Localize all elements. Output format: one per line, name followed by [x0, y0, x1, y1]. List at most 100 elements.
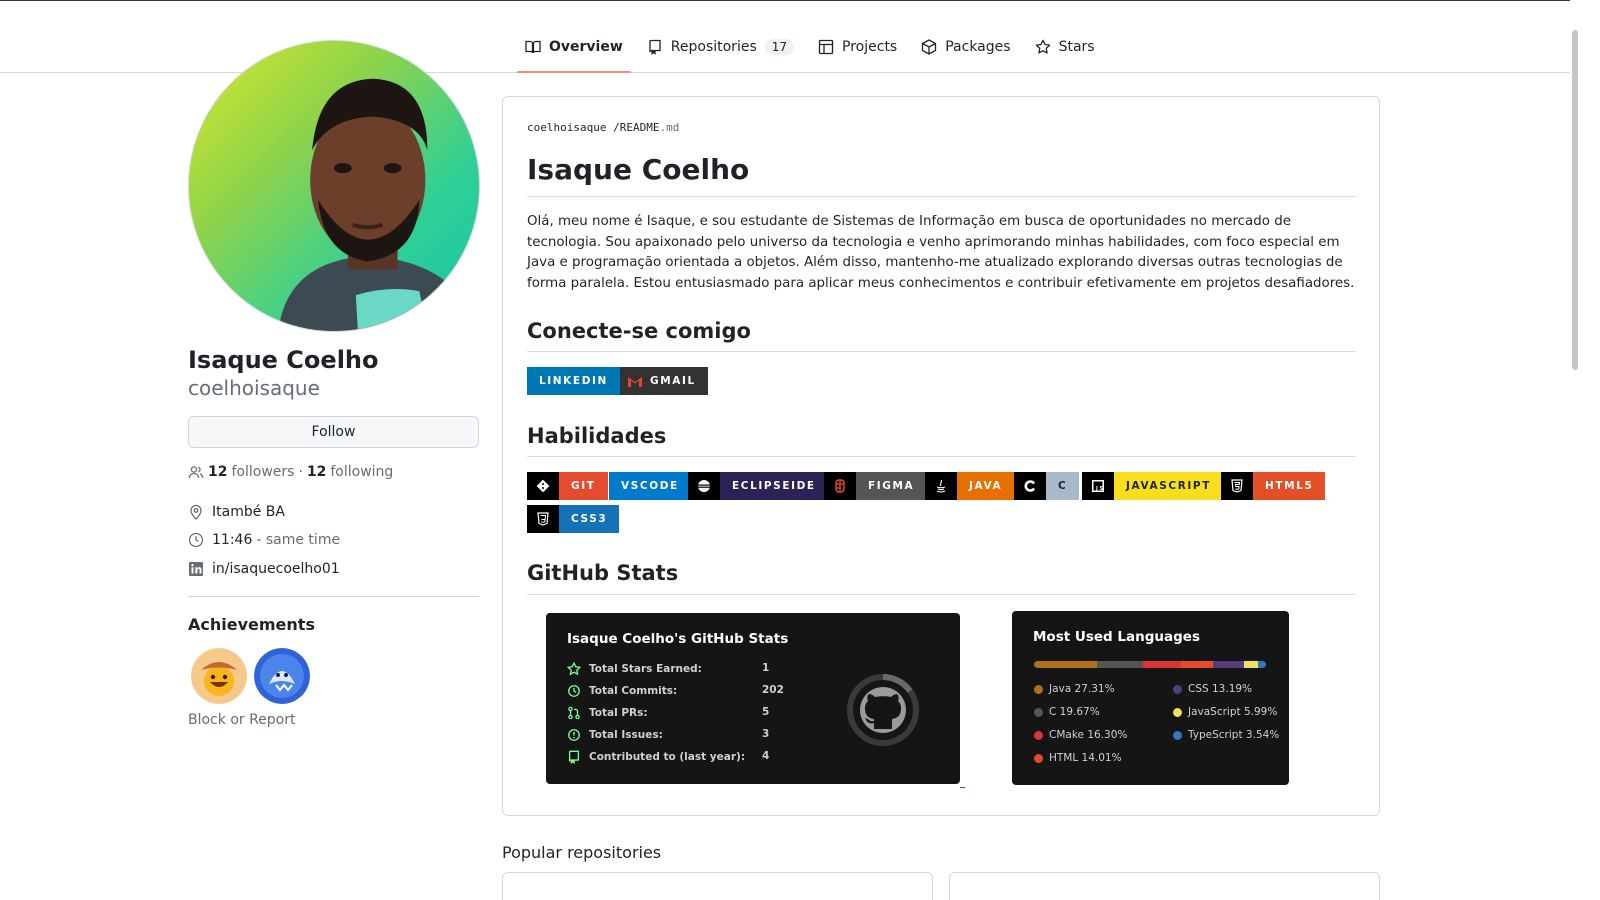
- language-color-dot: [1173, 684, 1182, 694]
- block-or-report-link[interactable]: Block or Report: [188, 712, 296, 728]
- eclipse-badge[interactable]: ECLIPSEIDE: [688, 472, 828, 500]
- html5-icon: [1221, 472, 1253, 500]
- tab-packages[interactable]: Packages: [913, 31, 1018, 63]
- linkedin-icon: [188, 561, 204, 577]
- figma-badge[interactable]: FIGMA: [824, 472, 927, 500]
- repo-icon: [567, 750, 581, 764]
- stat-value: 3: [762, 728, 770, 740]
- css3-icon: [527, 505, 559, 533]
- breadcrumb-file[interactable]: README: [620, 121, 660, 134]
- following-count[interactable]: 12: [307, 464, 326, 480]
- language-color-dot: [1173, 730, 1182, 740]
- profile-tab-nav: Overview Repositories 17 Projects Packag…: [0, 1, 1570, 73]
- tab-projects[interactable]: Projects: [810, 31, 905, 63]
- achievement-badge-pull-shark[interactable]: [254, 648, 310, 704]
- git-badge[interactable]: GIT: [527, 472, 608, 500]
- stat-label: Total Commits:: [589, 685, 678, 697]
- link-underline: [960, 787, 965, 788]
- stat-row-issues: Total Issues:: [567, 728, 663, 742]
- badge-label: GIT: [559, 472, 608, 500]
- tab-label: Repositories: [670, 39, 757, 55]
- language-legend-item: TypeScript 3.54%: [1173, 729, 1279, 741]
- repo-card[interactable]: [949, 872, 1380, 900]
- followers-link[interactable]: followers: [231, 464, 294, 480]
- badge-label: JAVASCRIPT: [1114, 472, 1223, 500]
- figma-icon: [824, 472, 856, 500]
- language-bar-segment: [1180, 661, 1214, 668]
- language-label: C 19.67%: [1049, 706, 1100, 718]
- language-label: HTML 14.01%: [1049, 752, 1122, 764]
- stat-label: Contributed to (last year):: [589, 751, 746, 763]
- linkedin-badge[interactable]: LINKEDIN: [527, 367, 620, 395]
- javascript-badge[interactable]: JS JAVASCRIPT: [1082, 472, 1223, 500]
- readme-breadcrumb: coelhoisaque /README.md: [527, 121, 679, 134]
- badge-label: FIGMA: [856, 472, 927, 500]
- stat-label: Total Issues:: [589, 729, 663, 741]
- book-icon: [525, 39, 541, 55]
- tab-label: Overview: [549, 39, 623, 55]
- linkedin-link[interactable]: in/isaquecoelho01: [212, 561, 340, 577]
- github-stats-card[interactable]: Isaque Coelho's GitHub Stats Total Stars…: [546, 613, 960, 784]
- popular-repos-heading: Popular repositories: [502, 843, 662, 862]
- package-icon: [921, 39, 937, 55]
- html5-badge[interactable]: HTML5: [1221, 472, 1326, 500]
- language-bar-segment: [1213, 661, 1244, 668]
- linkedin-social[interactable]: in/isaquecoelho01: [188, 561, 340, 577]
- divider: [188, 596, 479, 597]
- stat-value: 1: [762, 662, 770, 674]
- git-icon: [527, 472, 559, 500]
- language-label: CSS 13.19%: [1188, 683, 1253, 695]
- history-icon: [567, 684, 581, 698]
- javascript-icon: JS: [1082, 472, 1114, 500]
- followers-count[interactable]: 12: [208, 464, 227, 480]
- follow-button[interactable]: Follow: [188, 416, 479, 448]
- language-bar-segment: [1097, 661, 1143, 668]
- breadcrumb-ext[interactable]: .md: [659, 121, 679, 134]
- tab-label: Packages: [945, 39, 1011, 55]
- tab-label: Projects: [842, 39, 898, 55]
- local-time: 11:46 - same time: [188, 532, 340, 548]
- tab-repositories[interactable]: Repositories 17: [639, 31, 802, 63]
- star-icon: [1035, 39, 1051, 55]
- scrollbar[interactable]: [1570, 0, 1600, 900]
- stat-row-stars: Total Stars Earned:: [567, 662, 702, 676]
- location-text: Itambé BA: [212, 504, 285, 520]
- achievement-badge-yolo[interactable]: [191, 648, 247, 704]
- language-bar-segment: [1243, 661, 1258, 668]
- language-color-dot: [1034, 684, 1043, 694]
- gmail-badge[interactable]: GMAIL: [620, 367, 708, 395]
- issue-icon: [567, 728, 581, 742]
- github-logo-icon: [844, 671, 922, 749]
- language-color-dot: [1173, 707, 1182, 717]
- language-label: JavaScript 5.99%: [1188, 706, 1278, 718]
- badge-label: VSCODE: [609, 472, 691, 500]
- profile-name: Isaque Coelho: [188, 346, 379, 374]
- repo-card[interactable]: [502, 872, 933, 900]
- css3-badge[interactable]: CSS3: [527, 505, 620, 533]
- java-badge[interactable]: JAVA: [925, 472, 1015, 500]
- c-badge[interactable]: C: [1014, 472, 1080, 500]
- following-link[interactable]: following: [330, 464, 393, 480]
- stat-label: Total PRs:: [589, 707, 648, 719]
- eclipse-icon: [688, 472, 720, 500]
- tab-overview[interactable]: Overview: [517, 31, 631, 73]
- avatar[interactable]: [188, 40, 480, 332]
- stat-row-prs: Total PRs:: [567, 706, 648, 720]
- tab-stars[interactable]: Stars: [1027, 31, 1103, 63]
- language-legend-item: C 19.67%: [1034, 706, 1100, 718]
- language-legend-item: CSS 13.19%: [1173, 683, 1252, 695]
- vscode-badge[interactable]: VSCODE: [609, 472, 691, 500]
- language-label: Java 27.31%: [1049, 683, 1115, 695]
- language-color-dot: [1034, 730, 1043, 740]
- scrollbar-thumb[interactable]: [1572, 30, 1578, 370]
- location: Itambé BA: [188, 504, 285, 520]
- language-bar-segment: [1142, 661, 1181, 668]
- profile-login: coelhoisaque: [188, 376, 320, 400]
- table-icon: [818, 39, 834, 55]
- languages-card[interactable]: Most Used Languages Java 27.31% C 19.67% C…: [1012, 611, 1289, 785]
- language-color-dot: [1034, 707, 1043, 717]
- languages-card-title: Most Used Languages: [1033, 629, 1200, 645]
- stat-value: 202: [762, 684, 784, 696]
- breadcrumb-user[interactable]: coelhoisaque: [527, 121, 606, 134]
- repo-icon: [647, 39, 663, 55]
